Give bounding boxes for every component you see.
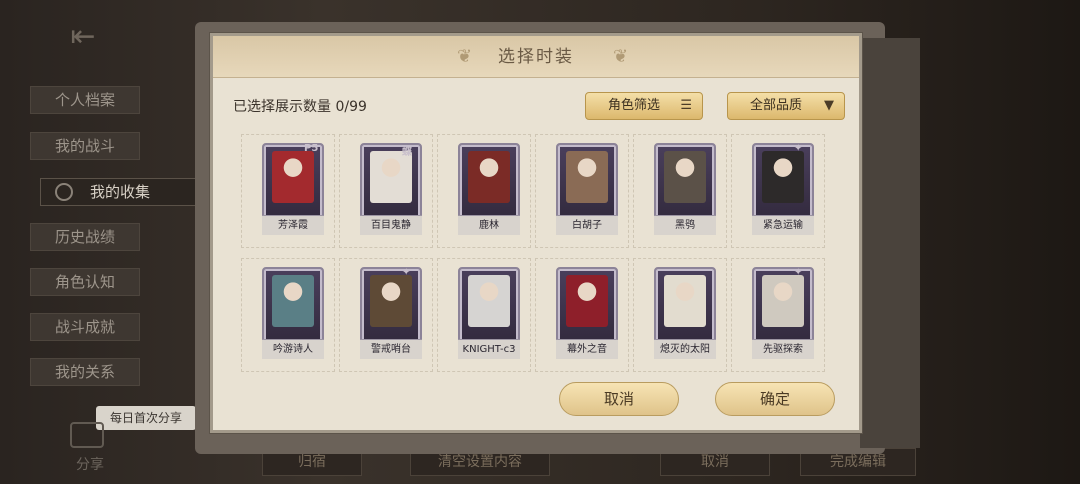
costume-card[interactable]: 熄灭的太阳 xyxy=(654,267,716,359)
menu-item-collection-label: 我的收集 xyxy=(89,183,150,201)
costume-card[interactable]: 百目鬼静 蝶 xyxy=(360,143,422,235)
laurel-right-icon: ❦ xyxy=(613,46,629,67)
confirm-button[interactable]: 确定 xyxy=(715,382,835,416)
quality-filter-dropdown[interactable]: 全部品质 ▼ xyxy=(727,92,845,120)
costume-slot[interactable]: KNIGHT-c3 xyxy=(437,258,531,372)
costume-card[interactable]: 鹿林 xyxy=(458,143,520,235)
character-portrait xyxy=(468,275,510,327)
costume-name: KNIGHT-c3 xyxy=(458,339,520,359)
dialog-title: 选择时装 xyxy=(498,47,574,67)
character-portrait xyxy=(664,275,706,327)
costume-name: 芳泽霞 xyxy=(262,215,324,235)
costume-name: 熄灭的太阳 xyxy=(654,339,716,359)
quality-filter-label: 全部品质 xyxy=(750,98,803,113)
costume-slot[interactable]: 芳泽霞 P5 xyxy=(241,134,335,248)
costume-slot[interactable]: 吟游诗人 xyxy=(241,258,335,372)
character-portrait xyxy=(566,151,608,203)
costume-slot[interactable]: 熄灭的太阳 xyxy=(633,258,727,372)
shield-icon xyxy=(55,183,73,201)
character-portrait xyxy=(468,151,510,203)
menu-item-role-knowledge[interactable]: 角色认知 xyxy=(30,268,140,296)
costume-card[interactable]: 白胡子 xyxy=(556,143,618,235)
menu-item-achievements[interactable]: 战斗成就 xyxy=(30,313,140,341)
costume-badge-icon: P5 xyxy=(304,143,319,154)
costume-card[interactable]: 芳泽霞 P5 xyxy=(262,143,324,235)
costume-slot[interactable]: 紧急运输 ✦ xyxy=(731,134,825,248)
menu-item-profile[interactable]: 个人档案 xyxy=(30,86,140,114)
character-portrait xyxy=(272,275,314,327)
chevron-down-icon: ▼ xyxy=(824,98,834,113)
dialog-header: ❦ 选择时装 ❦ xyxy=(213,36,859,78)
costume-select-dialog: ❦ 选择时装 ❦ 已选择展示数量 0/99 角色筛选 ☰ 全部品质 ▼ 芳泽霞 P… xyxy=(210,33,862,433)
costume-name: 白胡子 xyxy=(556,215,618,235)
costume-name: 鹿林 xyxy=(458,215,520,235)
share-icon[interactable] xyxy=(70,422,104,448)
costume-name: 百目鬼静 xyxy=(360,215,422,235)
role-filter-label: 角色筛选 xyxy=(608,98,661,113)
costume-badge-icon: ✦ xyxy=(402,267,411,278)
costume-card[interactable]: KNIGHT-c3 xyxy=(458,267,520,359)
share-label[interactable]: 分享 xyxy=(70,454,110,474)
game-screen: ⇤ 个人档案 我的战斗 我的收集 历史战绩 角色认知 战斗成就 我的关系 每日首… xyxy=(0,0,1080,484)
costume-slot[interactable]: 警戒哨台 ✦ xyxy=(339,258,433,372)
exit-door-icon[interactable]: ⇤ xyxy=(66,20,100,54)
menu-item-battle[interactable]: 我的战斗 xyxy=(30,132,140,160)
costume-slot[interactable]: 先驱探索 ✦ xyxy=(731,258,825,372)
costume-card[interactable]: 警戒哨台 ✦ xyxy=(360,267,422,359)
costume-grid: 芳泽霞 P5 百目鬼静 蝶鹿林 白胡子 黑鸮 紧急运输 ✦ 吟游诗人 警戒哨台 ✦ KNIGHT-c3… xyxy=(241,134,841,374)
cancel-button[interactable]: 取消 xyxy=(559,382,679,416)
menu-item-history[interactable]: 历史战绩 xyxy=(30,223,140,251)
costume-card[interactable]: 先驱探索 ✦ xyxy=(752,267,814,359)
selected-count: 已选择展示数量 0/99 xyxy=(233,99,367,115)
costume-slot[interactable]: 白胡子 xyxy=(535,134,629,248)
backdrop-panel-edge xyxy=(860,38,920,448)
costume-badge-icon: ✦ xyxy=(794,143,803,154)
menu-item-relations[interactable]: 我的关系 xyxy=(30,358,140,386)
character-portrait xyxy=(664,151,706,203)
costume-badge-icon: 蝶 xyxy=(402,147,412,158)
costume-card[interactable]: 幕外之音 xyxy=(556,267,618,359)
costume-slot[interactable]: 百目鬼静 蝶 xyxy=(339,134,433,248)
costume-name: 紧急运输 xyxy=(752,215,814,235)
costume-name: 吟游诗人 xyxy=(262,339,324,359)
costume-card[interactable]: 吟游诗人 xyxy=(262,267,324,359)
character-portrait xyxy=(566,275,608,327)
costume-name: 幕外之音 xyxy=(556,339,618,359)
costume-name: 警戒哨台 xyxy=(360,339,422,359)
costume-name: 先驱探索 xyxy=(752,339,814,359)
costume-slot[interactable]: 幕外之音 xyxy=(535,258,629,372)
share-tip: 每日首次分享 xyxy=(96,406,196,430)
costume-slot[interactable]: 鹿林 xyxy=(437,134,531,248)
list-icon: ☰ xyxy=(680,98,692,113)
costume-badge-icon: ✦ xyxy=(794,267,803,278)
role-filter-button[interactable]: 角色筛选 ☰ xyxy=(585,92,703,120)
menu-item-collection[interactable]: 我的收集 xyxy=(40,178,200,206)
costume-slot[interactable]: 黑鸮 xyxy=(633,134,727,248)
costume-card[interactable]: 黑鸮 xyxy=(654,143,716,235)
costume-name: 黑鸮 xyxy=(654,215,716,235)
costume-card[interactable]: 紧急运输 ✦ xyxy=(752,143,814,235)
